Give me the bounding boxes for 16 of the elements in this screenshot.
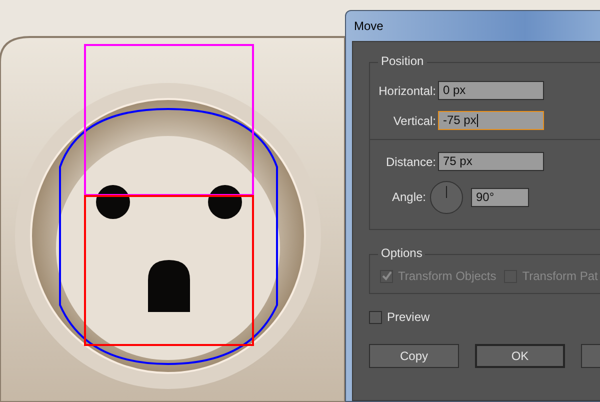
group-legend: Position: [378, 54, 427, 68]
dialog-button[interactable]: OK: [475, 344, 565, 368]
field-label: Distance:: [384, 154, 436, 168]
window-title: Move: [354, 19, 384, 33]
checkbox-label: Preview: [387, 310, 430, 324]
input-field[interactable]: -75 px: [438, 111, 544, 130]
field-label: Vertical:: [392, 114, 436, 128]
checkbox[interactable]: [369, 310, 382, 324]
input-field[interactable]: 90°: [471, 188, 529, 206]
group-legend: Options: [378, 246, 426, 260]
field-label: Horizontal:: [378, 84, 436, 98]
field-label: Angle:: [390, 190, 426, 204]
input-field[interactable]: 75 px: [438, 152, 544, 171]
angle-dial-icon[interactable]: [430, 180, 463, 214]
dialog-button[interactable]: Copy: [369, 344, 459, 368]
input-field[interactable]: 0 px: [438, 81, 544, 100]
